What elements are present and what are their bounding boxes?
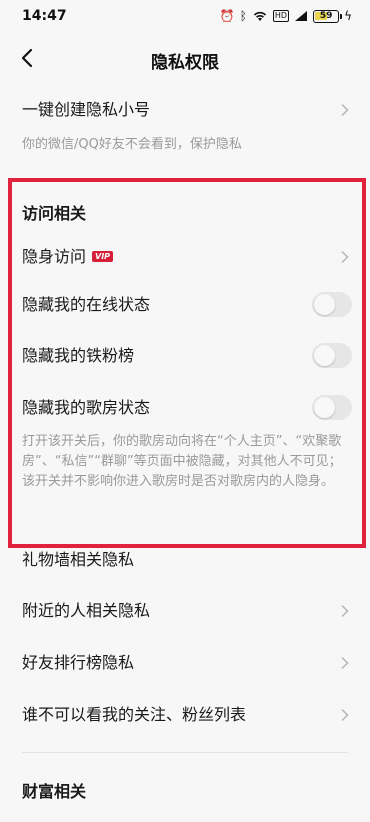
hd-icon: HD bbox=[272, 10, 290, 22]
alt-account-row[interactable]: 一键创建隐私小号 bbox=[22, 98, 352, 122]
wifi-icon bbox=[253, 11, 266, 21]
hide-online-label: 隐藏我的在线状态 bbox=[22, 295, 151, 314]
hide-room-toggle[interactable] bbox=[312, 395, 352, 420]
hide-room-label: 隐藏我的歌房状态 bbox=[22, 398, 151, 417]
status-time: 14:47 bbox=[22, 8, 67, 24]
nearby-label: 附近的人相关隐私 bbox=[22, 601, 151, 620]
alarm-icon: ⏰ bbox=[219, 9, 235, 23]
alt-account-label: 一键创建隐私小号 bbox=[22, 100, 151, 119]
chevron-right-icon bbox=[341, 708, 349, 722]
bluetooth-icon: ᛒ bbox=[239, 9, 247, 23]
signal-icon bbox=[295, 11, 308, 21]
gift-wall-row[interactable]: 礼物墙相关隐私 bbox=[22, 548, 352, 572]
chevron-right-icon bbox=[341, 103, 349, 117]
nav-bar: 隐私权限 bbox=[0, 34, 370, 84]
hide-fans-toggle[interactable] bbox=[312, 343, 352, 368]
friend-rank-row[interactable]: 好友排行榜隐私 bbox=[22, 651, 352, 675]
divider bbox=[22, 752, 348, 753]
hide-fans-row: 隐藏我的铁粉榜 bbox=[22, 343, 352, 368]
hide-online-toggle[interactable] bbox=[312, 292, 352, 317]
nearby-row[interactable]: 附近的人相关隐私 bbox=[22, 599, 352, 623]
hide-online-row: 隐藏我的在线状态 bbox=[22, 292, 352, 317]
charging-icon: ϟ bbox=[344, 9, 352, 23]
visit-section-title: 访问相关 bbox=[22, 204, 87, 223]
battery-percent: 59 bbox=[319, 10, 333, 21]
gift-wall-label: 礼物墙相关隐私 bbox=[22, 550, 135, 569]
battery-icon: 59 bbox=[313, 9, 343, 23]
hide-fans-label: 隐藏我的铁粉榜 bbox=[22, 346, 135, 365]
follow-list-row[interactable]: 谁不可以看我的关注、粉丝列表 bbox=[22, 703, 352, 727]
chevron-right-icon bbox=[341, 604, 349, 618]
chevron-right-icon bbox=[341, 250, 349, 264]
stealth-visit-label: 隐身访问 bbox=[22, 247, 87, 266]
vip-badge: VIP bbox=[92, 251, 114, 262]
room-status-desc: 打开该开关后，你的歌房动向将在“个人主页”、“欢聚歌房”、“私信”“群聊”等页面… bbox=[22, 434, 342, 489]
page-title: 隐私权限 bbox=[151, 53, 219, 73]
friend-rank-label: 好友排行榜隐私 bbox=[22, 653, 135, 672]
follow-list-label: 谁不可以看我的关注、粉丝列表 bbox=[22, 705, 247, 724]
alt-account-desc: 你的微信/QQ好友不会看到，保护隐私 bbox=[22, 137, 242, 152]
hide-room-row: 隐藏我的歌房状态 bbox=[22, 395, 352, 420]
status-icons: ⏰ ᛒ HD 59 ϟ bbox=[220, 9, 352, 23]
wealth-section-title: 财富相关 bbox=[22, 782, 87, 801]
chevron-right-icon bbox=[341, 656, 349, 670]
stealth-visit-row[interactable]: 隐身访问 VIP bbox=[22, 245, 352, 269]
status-bar: 14:47 ⏰ ᛒ HD 59 ϟ bbox=[0, 0, 370, 34]
